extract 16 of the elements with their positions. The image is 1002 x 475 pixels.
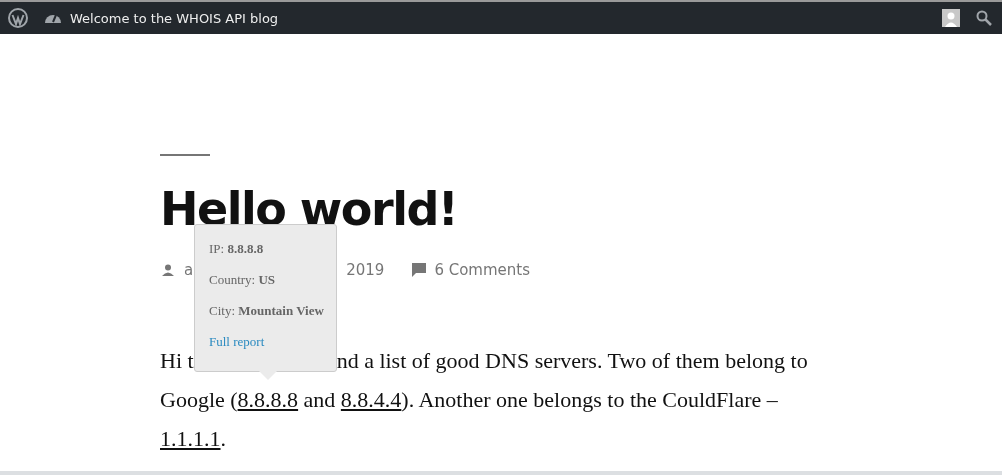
author-link[interactable]: a xyxy=(184,261,194,279)
site-title-link[interactable]: Welcome to the WHOIS API blog xyxy=(70,10,279,26)
comment-icon xyxy=(412,263,427,277)
paragraph-fragment: Hi t xyxy=(160,347,194,375)
person-icon xyxy=(162,264,174,276)
paragraph-fragment: nd a list of good DNS servers. Two of them belong to xyxy=(336,347,808,375)
tooltip-row-text: City: Mountain View xyxy=(209,303,325,320)
wordpress-logo-icon[interactable] xyxy=(8,8,28,28)
search-icon[interactable] xyxy=(976,10,992,26)
tooltip-row-text: Country: US xyxy=(209,272,277,289)
paragraph: Google (8.8.8.8 and 8.8.4.4). Another one belongs to the CouldFlare – 1.1.1.1. xyxy=(160,386,779,453)
comments-link[interactable]: 6 Comments xyxy=(434,261,530,279)
tooltip-row-text: IP: 8.8.8.8 xyxy=(209,241,265,258)
ip-link[interactable]: 1.1.1.1 xyxy=(160,426,221,451)
post-date: 2019 xyxy=(346,261,385,279)
post-title: Hello world! xyxy=(160,182,458,236)
